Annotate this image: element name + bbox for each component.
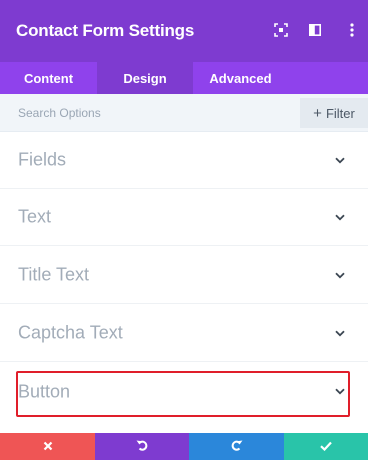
tab-design[interactable]: Design [97, 62, 193, 94]
page-title: Contact Form Settings [16, 21, 195, 40]
layout-icon[interactable] [307, 22, 323, 38]
section-captcha-text[interactable]: Captcha Text [0, 305, 368, 362]
close-icon [43, 438, 53, 456]
section-text[interactable]: Text [0, 189, 368, 246]
tab-content[interactable]: Content [0, 62, 97, 94]
tab-bar: Content Design Advanced [0, 62, 368, 94]
undo-icon [136, 438, 148, 456]
save-button[interactable] [284, 433, 368, 460]
action-bar [0, 433, 368, 460]
expand-icon[interactable] [273, 22, 289, 38]
section-label: Button [18, 381, 71, 401]
more-icon[interactable] [344, 22, 360, 38]
undo-button[interactable] [95, 433, 189, 460]
cancel-button[interactable] [0, 433, 95, 460]
section-label: Text [18, 206, 52, 227]
filter-label: Filter [325, 105, 355, 121]
settings-header: Contact Form Settings [0, 0, 368, 62]
chevron-down-icon [334, 156, 346, 164]
check-icon [320, 438, 332, 456]
section-fields[interactable]: Fields [0, 132, 368, 189]
tab-advanced[interactable]: Advanced [193, 62, 288, 94]
section-button[interactable]: Button [0, 363, 368, 420]
section-title-text[interactable]: Title Text [0, 247, 368, 304]
search-bar: + Filter [0, 94, 368, 132]
plus-icon: + [313, 104, 322, 122]
section-label: Title Text [18, 264, 90, 285]
redo-icon [231, 438, 243, 456]
search-input[interactable] [0, 94, 298, 132]
chevron-down-icon [334, 329, 346, 337]
filter-button[interactable]: + Filter [300, 98, 368, 128]
chevron-down-icon [334, 271, 346, 279]
section-label: Fields [18, 149, 67, 170]
redo-button[interactable] [189, 433, 284, 460]
section-label: Captcha Text [18, 322, 123, 343]
chevron-down-icon [334, 388, 346, 396]
chevron-down-icon [334, 213, 346, 221]
